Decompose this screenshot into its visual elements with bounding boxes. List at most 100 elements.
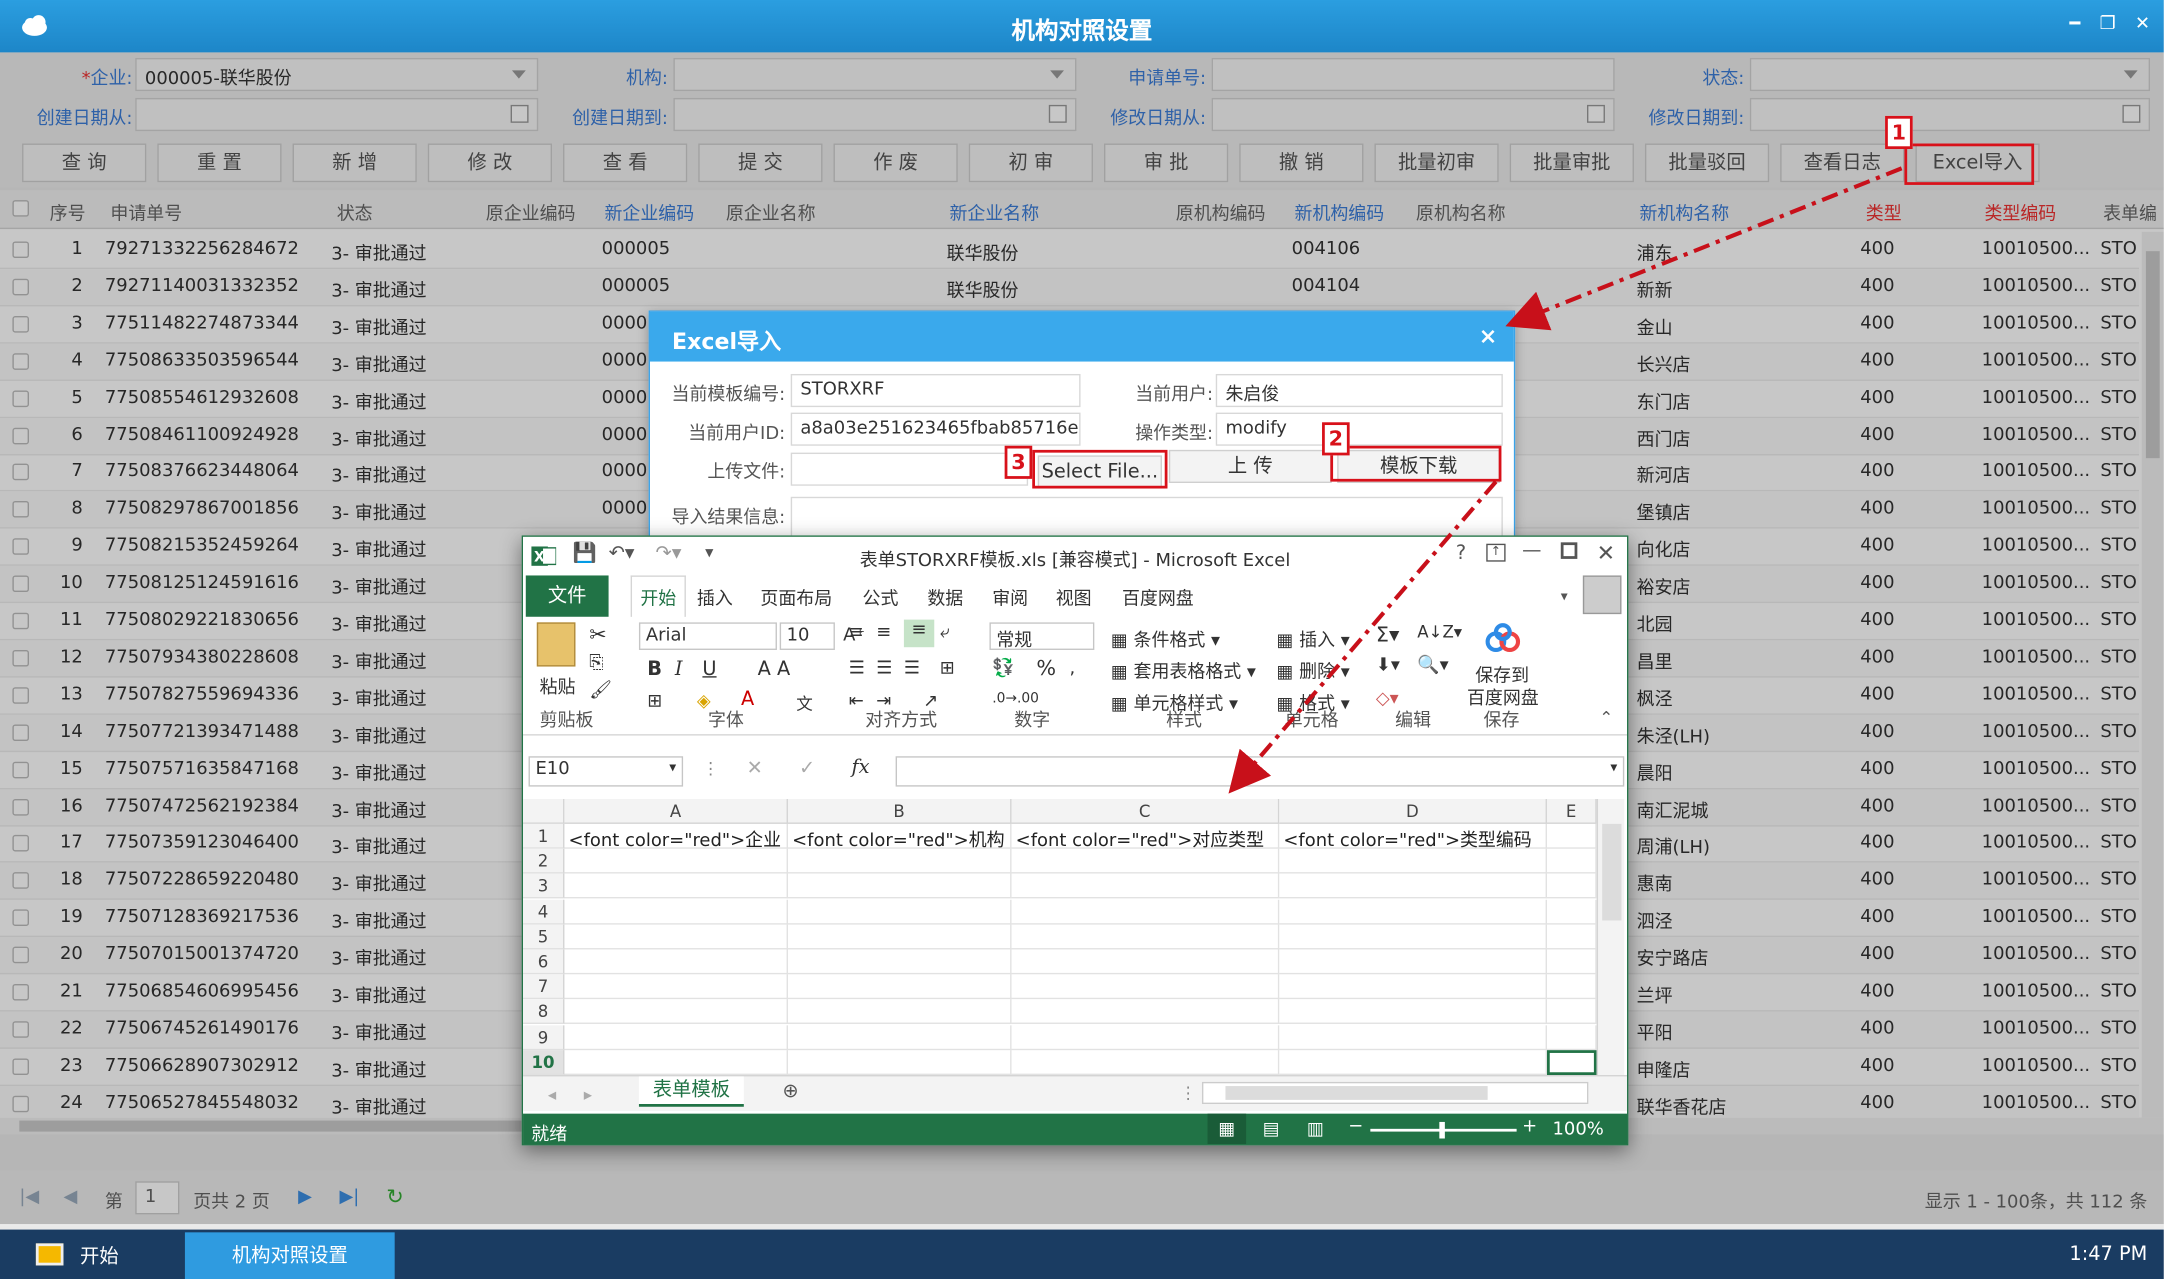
- add-sheet-icon[interactable]: ⊕: [782, 1081, 798, 1103]
- start-button[interactable]: 开始: [14, 1235, 152, 1274]
- baidu-cloud-icon[interactable]: [1484, 622, 1523, 655]
- autosum-icon[interactable]: Σ▾: [1376, 622, 1399, 647]
- row-checkbox[interactable]: [12, 501, 29, 518]
- row-checkbox[interactable]: [12, 983, 29, 1001]
- row-checkbox[interactable]: [12, 761, 29, 778]
- cell[interactable]: [564, 924, 788, 950]
- row-header[interactable]: 1: [523, 823, 565, 849]
- cell[interactable]: [564, 1024, 788, 1050]
- zoom-in-icon[interactable]: +: [1522, 1116, 1537, 1137]
- sheet-tab-template[interactable]: 表单模板: [638, 1076, 744, 1107]
- grow-font-icon-2[interactable]: A A: [758, 658, 791, 680]
- zoom-thumb[interactable]: [1439, 1121, 1445, 1139]
- cell[interactable]: [1011, 1049, 1280, 1075]
- scroll-right-icon[interactable]: ▸: [584, 1085, 592, 1104]
- column-header[interactable]: 原机构名称: [1416, 199, 1506, 225]
- toolbar-button[interactable]: 撤 销: [1239, 143, 1364, 183]
- status-select[interactable]: [1749, 57, 2151, 92]
- restore-icon[interactable]: ❐: [2100, 14, 2116, 35]
- enter-icon[interactable]: ✓: [799, 758, 815, 780]
- toolbar-button[interactable]: 重 置: [157, 143, 282, 183]
- column-header-d[interactable]: D: [1279, 799, 1547, 824]
- sheet-vertical-scrollbar[interactable]: [1596, 799, 1625, 1076]
- cell[interactable]: <font color="red">机构: [787, 823, 1012, 849]
- cell[interactable]: [1011, 999, 1280, 1025]
- underline-icon[interactable]: U: [702, 658, 716, 680]
- align-center-icon[interactable]: ☰: [876, 658, 892, 679]
- close-icon[interactable]: ✕: [1597, 540, 1616, 566]
- font-size-select[interactable]: 10: [779, 622, 835, 650]
- row-header[interactable]: 9: [523, 1024, 565, 1050]
- row-checkbox[interactable]: [12, 649, 29, 667]
- cut-icon[interactable]: ✂: [589, 622, 606, 647]
- cell[interactable]: <font color="red">对应类型: [1011, 823, 1280, 849]
- italic-icon[interactable]: I: [675, 658, 683, 680]
- cell[interactable]: [564, 949, 788, 975]
- ribbon-options-icon[interactable]: ▾: [1561, 589, 1568, 604]
- user-id-field[interactable]: a8a03e251623465fbab85716e7c: [790, 412, 1081, 446]
- find-icon[interactable]: 🔍▾: [1417, 656, 1448, 677]
- row-checkbox[interactable]: [12, 389, 29, 407]
- cell[interactable]: [1546, 899, 1597, 925]
- row-header[interactable]: 4: [523, 899, 565, 925]
- align-left-icon[interactable]: ☰: [849, 658, 865, 679]
- fill-icon[interactable]: ⬇▾: [1376, 656, 1400, 677]
- formula-more-icon[interactable]: ⋮: [702, 759, 719, 778]
- calendar-icon[interactable]: [1048, 104, 1067, 123]
- column-header[interactable]: 新企业编码: [604, 199, 694, 225]
- cell[interactable]: [1279, 974, 1547, 1000]
- column-header[interactable]: 原机构编码: [1176, 199, 1266, 225]
- tab-insert[interactable]: 插入: [697, 584, 733, 610]
- column-header[interactable]: 类型编码: [1984, 199, 2056, 225]
- align-top-icon[interactable]: ≡: [849, 622, 864, 643]
- upload-file-field[interactable]: [790, 452, 1029, 486]
- page-input[interactable]: 1: [135, 1181, 180, 1215]
- cell[interactable]: [1279, 1049, 1547, 1075]
- row-checkbox[interactable]: [12, 946, 29, 964]
- align-middle-icon[interactable]: ≡: [876, 622, 891, 643]
- font-name-select[interactable]: Arial: [638, 622, 777, 650]
- calendar-icon[interactable]: [510, 104, 529, 123]
- toolbar-button[interactable]: 新 增: [292, 143, 417, 183]
- table-row[interactable]: 1 79271332256284672 3- 审批通过 000005 联华股份 00410…: [0, 232, 2139, 270]
- toolbar-button[interactable]: 查看日志: [1780, 143, 1905, 183]
- column-header-a[interactable]: A: [564, 799, 788, 824]
- row-checkbox[interactable]: [12, 872, 29, 890]
- next-page-button[interactable]: ▶: [298, 1187, 312, 1208]
- conditional-format-button[interactable]: ▦ 条件格式 ▾: [1111, 625, 1220, 652]
- row-checkbox[interactable]: [12, 798, 29, 815]
- toolbar-button[interactable]: 批量审批: [1509, 143, 1634, 183]
- tab-home[interactable]: 开始: [630, 575, 686, 621]
- column-header[interactable]: 表单编: [2103, 199, 2157, 225]
- cell[interactable]: [1279, 899, 1547, 925]
- delete-cells-button[interactable]: ▦ 删除 ▾: [1277, 657, 1350, 683]
- cell[interactable]: [787, 974, 1012, 1000]
- cell[interactable]: <font color="red">类型编码: [1279, 823, 1547, 849]
- row-checkbox[interactable]: [12, 352, 29, 370]
- page-break-view-icon[interactable]: ▥: [1307, 1119, 1324, 1140]
- reqno-input[interactable]: [1211, 57, 1615, 92]
- maximize-icon[interactable]: [1560, 542, 1578, 559]
- row-checkbox[interactable]: [12, 241, 29, 259]
- align-right-icon[interactable]: ☰: [904, 658, 920, 679]
- name-box[interactable]: E10 ▾: [528, 756, 684, 787]
- modified-to-input[interactable]: [1749, 97, 2151, 132]
- cell[interactable]: [1011, 1024, 1280, 1050]
- row-checkbox[interactable]: [12, 427, 29, 444]
- user-field[interactable]: 朱启俊: [1215, 373, 1503, 408]
- cell[interactable]: [1546, 974, 1597, 1000]
- cell[interactable]: [1546, 848, 1597, 874]
- cell[interactable]: [787, 949, 1012, 975]
- column-header-c[interactable]: C: [1011, 799, 1280, 824]
- minimize-icon[interactable]: —: [1522, 540, 1541, 562]
- created-from-input[interactable]: [135, 97, 539, 132]
- column-header[interactable]: 类型: [1866, 199, 1902, 225]
- cell[interactable]: [1279, 874, 1547, 899]
- sort-filter-icon[interactable]: A↓Z▾: [1417, 622, 1462, 641]
- op-type-field[interactable]: modify: [1215, 412, 1503, 446]
- minimize-icon[interactable]: ━: [2069, 14, 2080, 35]
- created-to-input[interactable]: [673, 97, 1077, 132]
- percent-icon[interactable]: %: [1036, 656, 1056, 681]
- cell[interactable]: [1279, 848, 1547, 874]
- tab-data[interactable]: 数据: [927, 584, 963, 610]
